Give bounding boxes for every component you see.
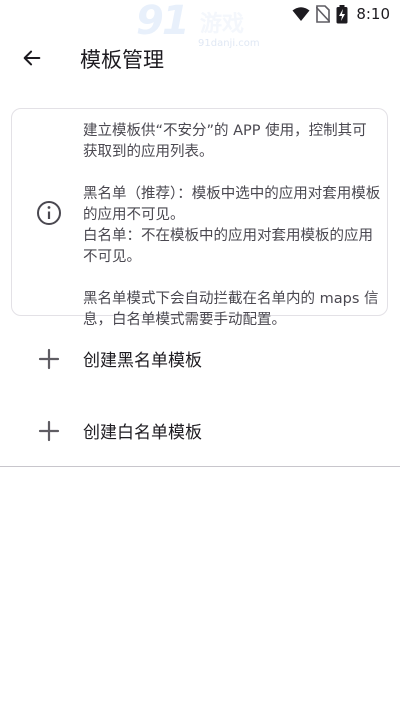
back-button[interactable] bbox=[12, 38, 52, 78]
info-blacklist-desc: 黑名单（推荐）：模板中选中的应用对套用模板的应用不可见。 bbox=[83, 186, 381, 223]
create-blacklist-label: 创建黑名单模板 bbox=[83, 351, 202, 371]
no-sim-icon bbox=[316, 5, 331, 23]
app-bar: 模板管理 bbox=[0, 30, 400, 86]
plus-icon bbox=[38, 420, 60, 442]
wifi-icon bbox=[292, 7, 310, 21]
divider bbox=[0, 466, 400, 467]
arrow-back-icon bbox=[23, 50, 41, 66]
info-intro: 建立模板供“不安分”的 APP 使用，控制其可获取到的应用列表。 bbox=[83, 123, 367, 160]
plus-icon bbox=[38, 348, 60, 370]
info-whitelist-desc: 白名单：不在模板中的应用对套用模板的应用不可见。 bbox=[83, 228, 373, 265]
info-card: 建立模板供“不安分”的 APP 使用，控制其可获取到的应用列表。 黑名单（推荐）… bbox=[11, 108, 388, 328]
battery-charging-icon bbox=[336, 4, 348, 23]
info-icon bbox=[37, 201, 61, 225]
page-title: 模板管理 bbox=[80, 48, 164, 72]
info-text: 建立模板供“不安分”的 APP 使用，控制其可获取到的应用列表。 黑名单（推荐）… bbox=[83, 121, 381, 331]
create-whitelist-template-button[interactable]: 创建白名单模板 bbox=[0, 398, 400, 464]
status-icons: 8:10 bbox=[292, 4, 390, 24]
info-note: 黑名单模式下会自动拦截在名单内的 maps 信息，白名单模式需要手动配置。 bbox=[83, 291, 379, 328]
create-whitelist-label: 创建白名单模板 bbox=[83, 423, 202, 443]
create-blacklist-template-button[interactable]: 创建黑名单模板 bbox=[0, 326, 400, 392]
status-time: 8:10 bbox=[356, 5, 390, 23]
